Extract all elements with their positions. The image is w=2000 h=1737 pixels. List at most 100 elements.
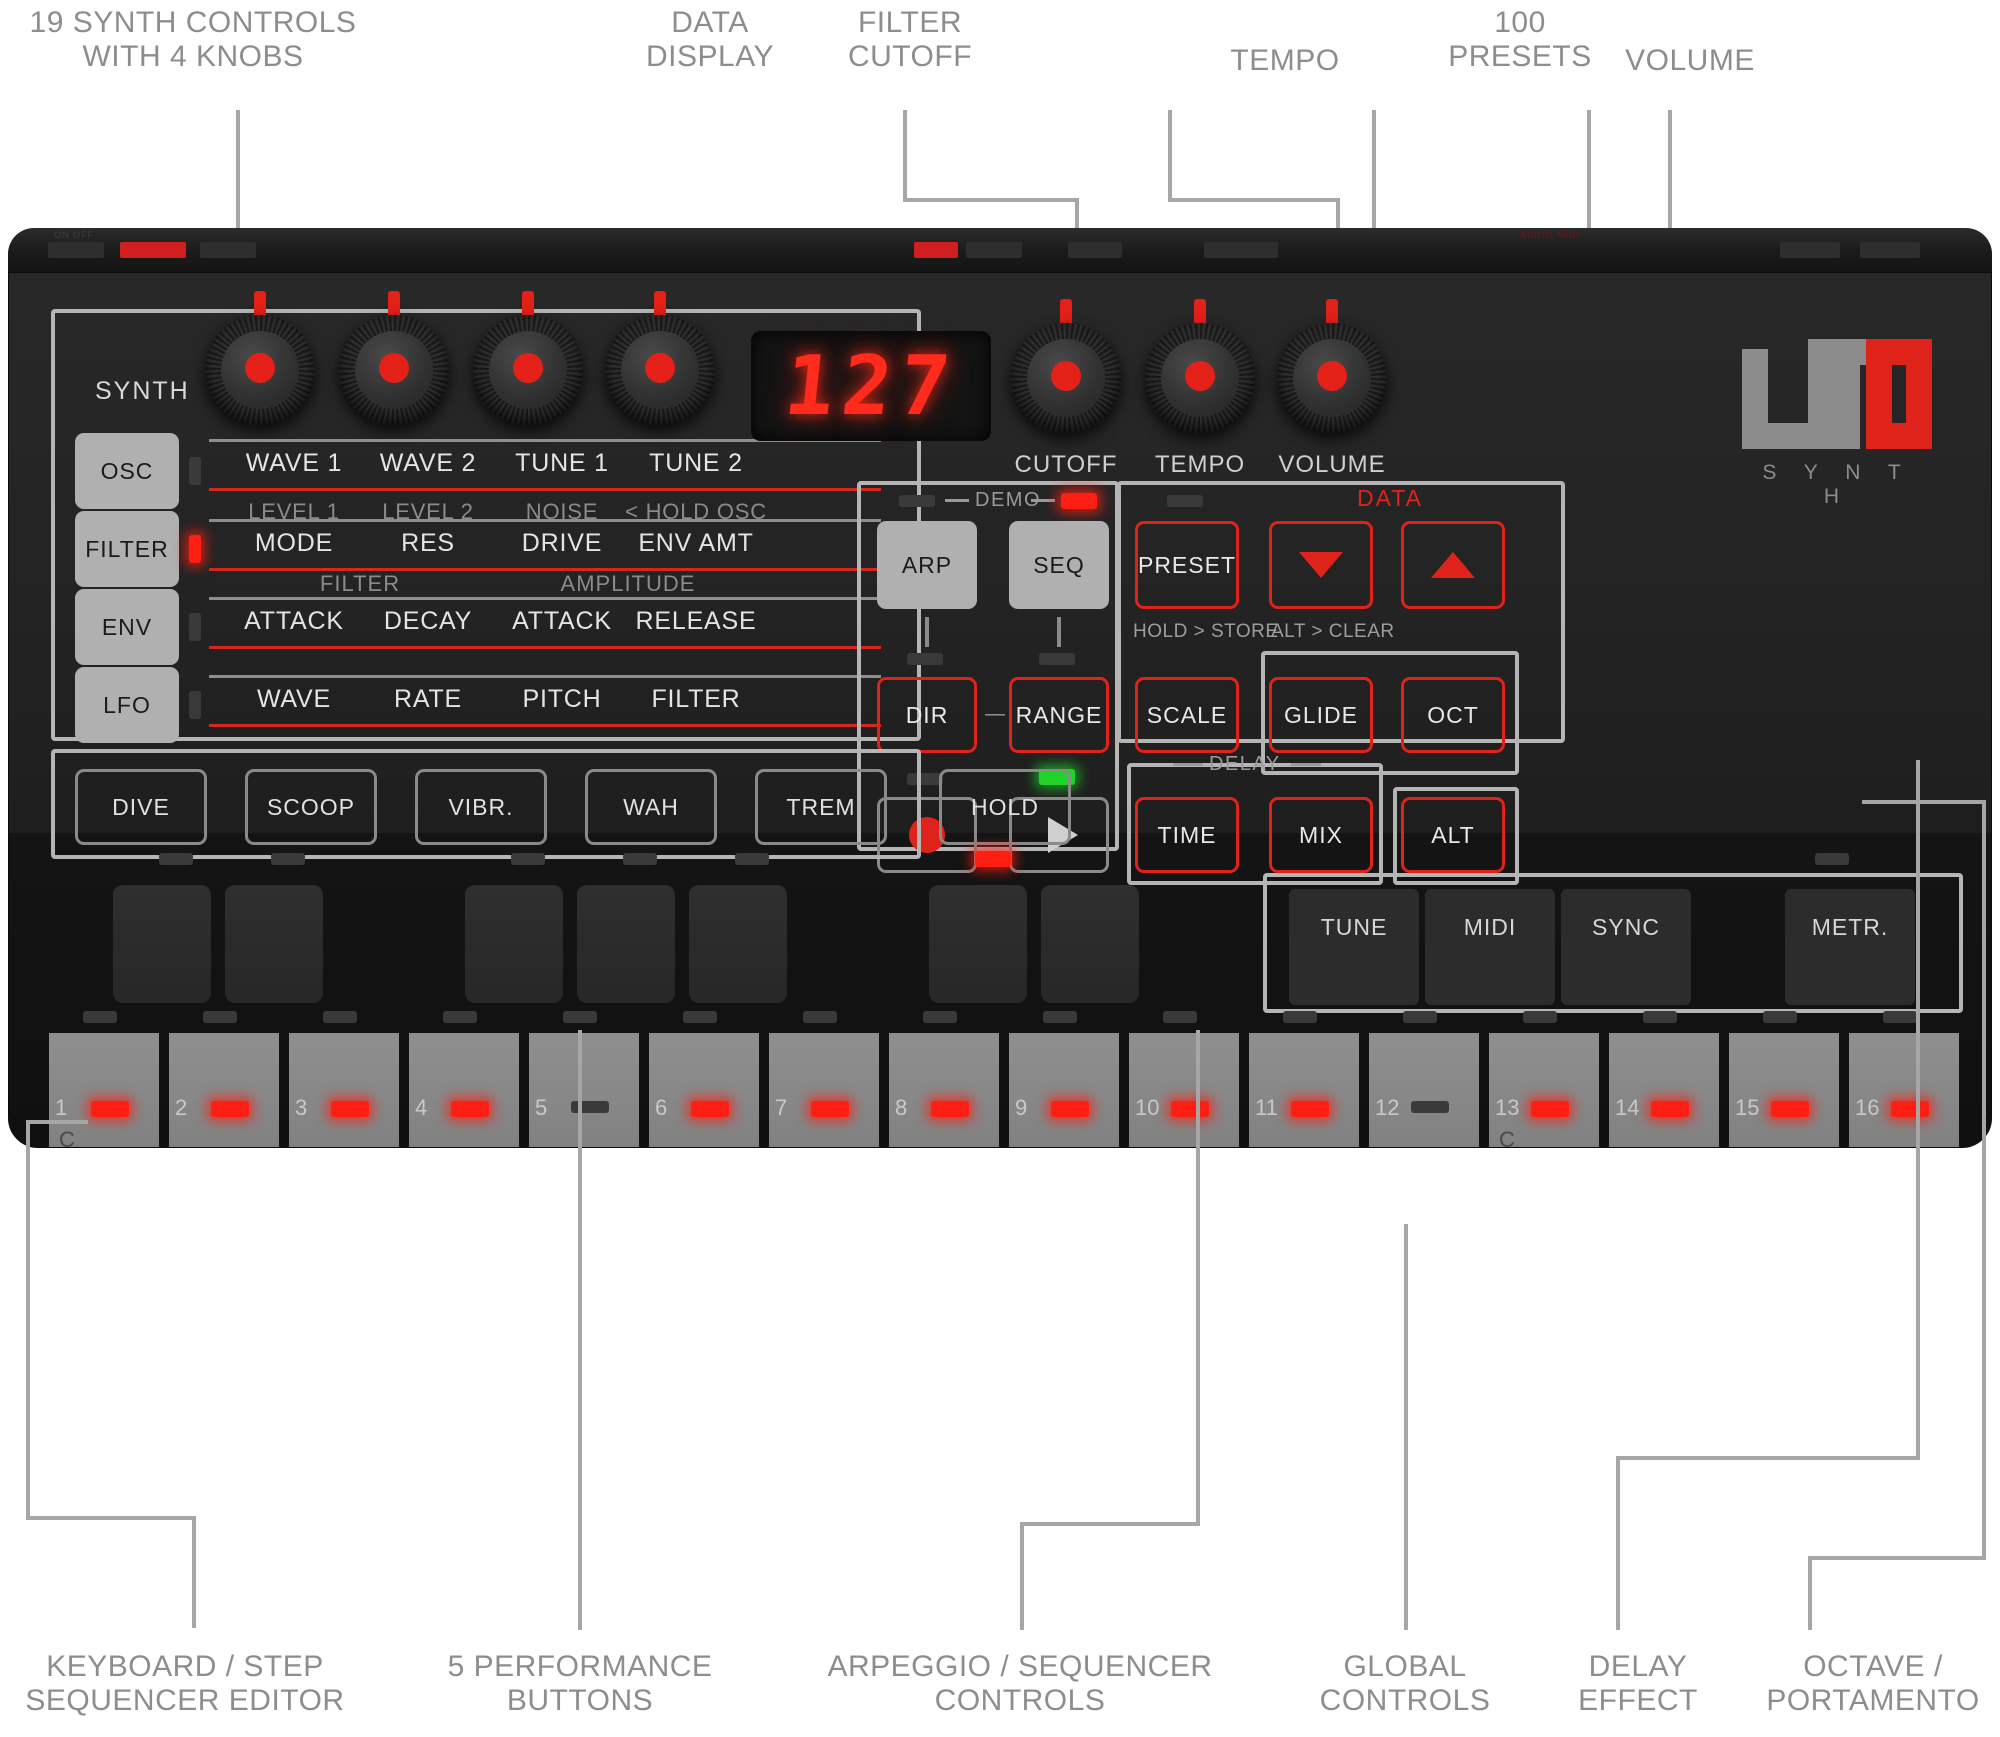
button-filter[interactable]: FILTER bbox=[75, 511, 179, 587]
keyboard-key-7[interactable] bbox=[769, 1033, 879, 1147]
step-number-15: 15 bbox=[1735, 1095, 1760, 1120]
step-number-3: 3 bbox=[295, 1095, 308, 1120]
button-delay-mix[interactable]: MIX bbox=[1269, 797, 1373, 873]
button-wah[interactable]: WAH bbox=[585, 769, 717, 845]
step-number-16: 16 bbox=[1855, 1095, 1880, 1120]
keyboard-key-13[interactable]: C bbox=[1489, 1033, 1599, 1148]
button-env[interactable]: ENV bbox=[75, 589, 179, 665]
button-glide[interactable]: GLIDE bbox=[1269, 677, 1373, 753]
button-vibrato-label: VIBR. bbox=[448, 793, 514, 820]
knob-wave1[interactable] bbox=[205, 291, 315, 425]
preset-sublabel: HOLD > STORE bbox=[1133, 621, 1279, 642]
keyboard-key-4[interactable] bbox=[409, 1033, 519, 1147]
knob-tune2[interactable] bbox=[605, 291, 715, 425]
step-led-9 bbox=[1051, 1101, 1089, 1117]
button-oct[interactable]: OCT bbox=[1401, 677, 1505, 753]
key-top-led-14 bbox=[1643, 1011, 1677, 1023]
leader-cutoff-v1 bbox=[1168, 110, 1172, 202]
knob-indicator-dot bbox=[645, 352, 675, 383]
button-data-up[interactable] bbox=[1401, 521, 1505, 609]
button-lfo[interactable]: LFO bbox=[75, 667, 179, 743]
button-scale-label: SCALE bbox=[1146, 701, 1228, 728]
knob-indicator-dot bbox=[245, 352, 275, 383]
button-global-midi[interactable]: MIDI bbox=[1425, 889, 1555, 1005]
seq-pad-6[interactable] bbox=[929, 885, 1027, 1003]
button-scoop[interactable]: SCOOP bbox=[245, 769, 377, 845]
keyboard-key-10[interactable] bbox=[1129, 1033, 1239, 1147]
keyboard-key-3[interactable] bbox=[289, 1033, 399, 1147]
button-dir-label: DIR bbox=[905, 701, 949, 728]
rear-port-audio-in bbox=[1068, 242, 1122, 258]
button-delay-mix-label: MIX bbox=[1299, 821, 1343, 848]
keyboard-key-5[interactable] bbox=[529, 1033, 639, 1147]
rear-port-a bbox=[48, 242, 104, 258]
button-vibrato[interactable]: VIBR. bbox=[415, 769, 547, 845]
button-scale[interactable]: SCALE bbox=[1135, 677, 1239, 753]
key-top-led-8 bbox=[923, 1011, 957, 1023]
button-preset[interactable]: PRESET bbox=[1135, 521, 1239, 609]
leader-delay-v2 bbox=[1616, 1456, 1620, 1630]
leader-keyboard-h bbox=[26, 1120, 88, 1124]
keyboard-key-2[interactable] bbox=[169, 1033, 279, 1147]
button-range[interactable]: RANGE bbox=[1009, 677, 1109, 753]
knob-cutoff[interactable] bbox=[1011, 299, 1121, 433]
rear-port-b bbox=[200, 242, 256, 258]
button-seq[interactable]: SEQ bbox=[1009, 521, 1109, 609]
step-number-2: 2 bbox=[175, 1095, 188, 1120]
matrix-cell-lfo-filter: FILTER bbox=[651, 685, 741, 713]
seq-pad-5[interactable] bbox=[689, 885, 787, 1003]
triangle-up-icon bbox=[1431, 552, 1475, 578]
led-pad-5 bbox=[735, 853, 769, 865]
button-global-tune[interactable]: TUNE bbox=[1289, 889, 1419, 1005]
seq-pad-2[interactable] bbox=[225, 885, 323, 1003]
keyboard-key-14[interactable] bbox=[1609, 1033, 1719, 1147]
step-led-7 bbox=[811, 1101, 849, 1117]
button-alt[interactable]: ALT bbox=[1401, 797, 1505, 873]
dir-range-dash: — bbox=[985, 703, 1007, 725]
knob-wave2[interactable] bbox=[339, 291, 449, 425]
button-dir[interactable]: DIR bbox=[877, 677, 977, 753]
knob-indicator-dot bbox=[513, 352, 543, 383]
rear-text-right: AUDIO MIDI bbox=[1520, 230, 1581, 240]
button-arp[interactable]: ARP bbox=[877, 521, 977, 609]
keyboard-key-11[interactable] bbox=[1249, 1033, 1359, 1147]
callout-delay-effect: DELAY EFFECT bbox=[1578, 1650, 1698, 1718]
seq-pad-4[interactable] bbox=[577, 885, 675, 1003]
seq-connector bbox=[1057, 617, 1061, 647]
key-top-led-16 bbox=[1883, 1011, 1917, 1023]
knob-volume[interactable] bbox=[1277, 299, 1387, 433]
button-osc[interactable]: OSC bbox=[75, 433, 179, 509]
button-wah-label: WAH bbox=[623, 793, 679, 820]
seq-pad-3[interactable] bbox=[465, 885, 563, 1003]
led-preset bbox=[1167, 495, 1203, 507]
step-led-8 bbox=[931, 1101, 969, 1117]
keyboard-key-8[interactable] bbox=[889, 1033, 999, 1147]
button-data-down[interactable] bbox=[1269, 521, 1373, 609]
keyboard-key-1[interactable]: C bbox=[49, 1033, 159, 1147]
leader-octave-h bbox=[1862, 800, 1982, 804]
button-arp-label: ARP bbox=[901, 551, 953, 578]
key-note-label: C bbox=[1499, 1127, 1515, 1148]
seq-pad-1[interactable] bbox=[113, 885, 211, 1003]
keyboard-key-12[interactable] bbox=[1369, 1033, 1479, 1147]
demo-rule-right bbox=[1031, 499, 1055, 502]
knob-tune1[interactable] bbox=[473, 291, 583, 425]
button-global-sync[interactable]: SYNC bbox=[1561, 889, 1691, 1005]
seq-pad-7[interactable] bbox=[1041, 885, 1139, 1003]
rear-port-midi-out bbox=[966, 242, 1022, 258]
step-number-4: 4 bbox=[415, 1095, 428, 1120]
keyboard-key-15[interactable] bbox=[1729, 1033, 1839, 1147]
keyboard-key-9[interactable] bbox=[1009, 1033, 1119, 1147]
step-led-2 bbox=[211, 1101, 249, 1117]
button-trem[interactable]: TREM bbox=[755, 769, 887, 845]
keyboard-key-6[interactable] bbox=[649, 1033, 759, 1147]
knob-tempo[interactable] bbox=[1145, 299, 1255, 433]
matrix-cap-amplitude: AMPLITUDE bbox=[560, 571, 696, 596]
knob-indicator-dot bbox=[1185, 360, 1215, 391]
button-hold[interactable]: HOLD bbox=[939, 769, 1071, 845]
button-dive[interactable]: DIVE bbox=[75, 769, 207, 845]
button-global-metr[interactable]: METR. bbox=[1785, 889, 1915, 1005]
led-pad-7 bbox=[1815, 853, 1849, 865]
button-delay-time[interactable]: TIME bbox=[1135, 797, 1239, 873]
keyboard-key-16[interactable] bbox=[1849, 1033, 1959, 1147]
